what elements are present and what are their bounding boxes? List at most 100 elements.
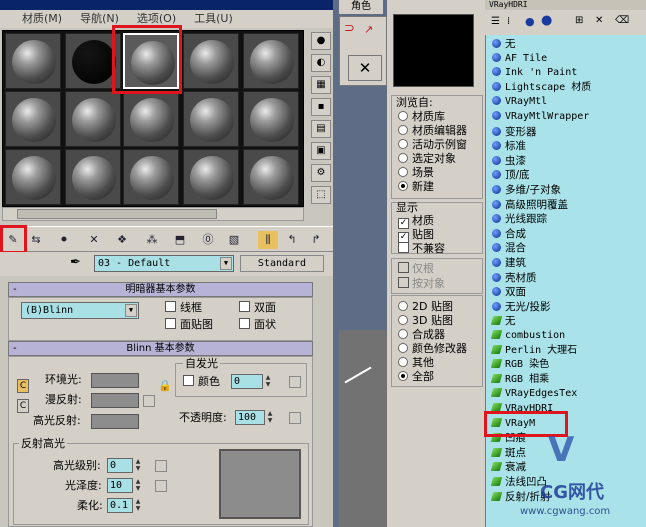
list-item[interactable]: VRayMtlWrapper (492, 110, 589, 125)
show-incompatible-checkbox[interactable]: 不兼容 (398, 242, 445, 256)
specular-color-swatch[interactable] (91, 414, 139, 429)
menu-material[interactable]: 材质(M) (22, 10, 62, 28)
list-item[interactable]: 反射/折射 (490, 490, 551, 505)
two-sided-checkbox[interactable]: 双面 (239, 301, 276, 315)
browse-from-library[interactable]: 材质库 (398, 110, 445, 124)
view-list-icons-icon[interactable]: ⁞ (507, 16, 510, 27)
sample-slot-5[interactable] (243, 33, 299, 89)
background-checker-icon[interactable]: ▦ (311, 76, 331, 94)
list-item[interactable]: 顶/底 (492, 168, 530, 183)
list-item[interactable]: AF Tile (492, 52, 547, 67)
material-id-icon[interactable]: ⓪ (198, 231, 218, 249)
filter-all[interactable]: 全部 (398, 370, 434, 384)
list-item[interactable]: 建筑 (492, 256, 526, 271)
delete-from-library-icon[interactable]: ✕ (595, 15, 603, 26)
opacity-map-button[interactable] (289, 412, 301, 424)
diffuse-color-swatch[interactable] (91, 393, 139, 408)
list-item[interactable]: Perlin 大理石 (490, 344, 577, 359)
list-item[interactable]: 混合 (492, 241, 526, 256)
list-item[interactable]: 合成 (492, 227, 526, 242)
spec-level-map-button[interactable] (155, 460, 167, 472)
face-map-checkbox[interactable]: 面贴图 (165, 318, 213, 332)
sample-slot-10[interactable] (243, 91, 299, 147)
shader-rollout-header[interactable]: - 明暗器基本参数 (8, 282, 313, 297)
list-item[interactable]: 衰减 (490, 460, 526, 475)
sample-slot-13[interactable] (123, 149, 179, 205)
sample-type-icon[interactable]: ● (311, 32, 331, 50)
view-small-icons-icon[interactable]: ● (525, 15, 535, 28)
ambient-color-swatch[interactable] (91, 373, 139, 388)
glossiness-input[interactable]: 10 (107, 478, 133, 493)
wire-checkbox[interactable]: 线框 (165, 301, 202, 315)
make-copy-icon[interactable]: ❖ (112, 231, 132, 249)
go-to-parent-icon[interactable]: ↰ (282, 231, 302, 249)
soften-spinner-icon[interactable]: ▲ ▼ (134, 498, 142, 513)
ambient-diffuse-lock-button[interactable]: C (17, 379, 29, 393)
sample-slot-4[interactable] (183, 33, 239, 89)
magnet-icon[interactable]: ⊃ (344, 21, 355, 36)
sample-slot-11[interactable] (5, 149, 61, 205)
material-name-field[interactable]: 03 - Default ▼ (94, 255, 234, 272)
pick-material-eyedropper-icon[interactable]: ✒ (70, 255, 81, 270)
list-item[interactable]: 光线跟踪 (492, 212, 547, 227)
list-item[interactable]: RGB 染色 (490, 358, 549, 373)
browse-from-active-slot[interactable]: 活动示例窗 (398, 138, 467, 152)
shader-type-select[interactable]: (B)Blinn ▼ (21, 302, 139, 319)
self-illum-input[interactable]: 0 (231, 374, 263, 389)
list-item[interactable]: VRayEdgesTex (490, 387, 577, 402)
blinn-rollout-header[interactable]: - Blinn 基本参数 (8, 341, 313, 356)
show-end-result-icon[interactable]: ⫼ (258, 231, 278, 249)
material-map-list[interactable]: 无 AF Tile Ink 'n Paint Lightscape 材质 VRayMtl… (485, 35, 646, 527)
make-unique-icon[interactable]: ⁂ (142, 231, 162, 249)
sample-slot-8[interactable] (123, 91, 179, 147)
clear-library-icon[interactable]: ⌫ (615, 15, 629, 26)
sample-slot-7[interactable] (65, 91, 121, 147)
browse-from-scene[interactable]: 场景 (398, 166, 434, 180)
list-item[interactable]: 无 (492, 37, 516, 52)
spec-level-spinner-icon[interactable]: ▲ ▼ (134, 458, 142, 473)
opacity-spinner-icon[interactable]: ▲ ▼ (266, 410, 274, 425)
put-to-library-icon[interactable]: ⬒ (170, 231, 190, 249)
list-item[interactable]: 无 (490, 314, 516, 329)
list-item[interactable]: 标准 (492, 139, 526, 154)
menu-utilities[interactable]: 工具(U) (194, 10, 233, 28)
backlight-icon[interactable]: ◐ (311, 54, 331, 72)
show-materials-checkbox[interactable]: ✓ 材质 (398, 214, 434, 229)
go-forward-sibling-icon[interactable]: ↱ (306, 231, 326, 249)
show-map-icon[interactable]: ▧ (224, 231, 244, 249)
list-item[interactable]: 高级照明覆盖 (492, 198, 568, 213)
reset-map-icon[interactable]: ✕ (84, 231, 104, 249)
options-icon[interactable]: ⚙ (311, 164, 331, 182)
sample-slot-14[interactable] (183, 149, 239, 205)
sample-slot-1[interactable] (5, 33, 61, 89)
browse-from-selected[interactable]: 选定对象 (398, 152, 456, 166)
material-type-button[interactable]: Standard (240, 255, 324, 272)
list-item[interactable]: 法线凹凸 (490, 475, 547, 490)
lock-icon[interactable]: 🔒 (158, 379, 172, 392)
sample-slot-12[interactable] (65, 149, 121, 205)
update-scene-icon[interactable]: ⊞ (575, 15, 583, 26)
glossiness-spinner-icon[interactable]: ▲ ▼ (134, 478, 142, 493)
list-item[interactable]: 虫漆 (492, 154, 526, 169)
make-preview-icon[interactable]: ▣ (311, 142, 331, 160)
sample-slot-9[interactable] (183, 91, 239, 147)
uv-tiling-icon[interactable]: ▪ (311, 98, 331, 116)
sample-slot-15[interactable] (243, 149, 299, 205)
list-item[interactable]: VRayMtl (492, 95, 547, 110)
list-item[interactable]: 斑点 (490, 446, 526, 461)
sample-slot-6[interactable] (5, 91, 61, 147)
filter-compositors[interactable]: 合成器 (398, 328, 445, 342)
list-item[interactable]: Lightscape 材质 (492, 81, 591, 96)
show-maps-checkbox[interactable]: ✓ 贴图 (398, 228, 434, 243)
self-illum-color-checkbox[interactable]: 颜色 (183, 375, 220, 389)
opacity-input[interactable]: 100 (235, 410, 265, 425)
diffuse-specular-lock-button[interactable]: C (17, 399, 29, 413)
list-item[interactable]: Ink 'n Paint (492, 66, 577, 81)
self-illum-map-button[interactable] (289, 376, 301, 388)
select-by-material-icon[interactable]: ⬚ (311, 186, 331, 204)
slots-scrollbar[interactable] (2, 207, 304, 221)
self-illum-spinner-icon[interactable]: ▲ ▼ (264, 374, 272, 389)
assign-to-selection-icon[interactable]: ⚫ (54, 231, 74, 249)
filter-color-modifiers[interactable]: 颜色修改器 (398, 342, 467, 356)
filter-other[interactable]: 其他 (398, 356, 434, 370)
